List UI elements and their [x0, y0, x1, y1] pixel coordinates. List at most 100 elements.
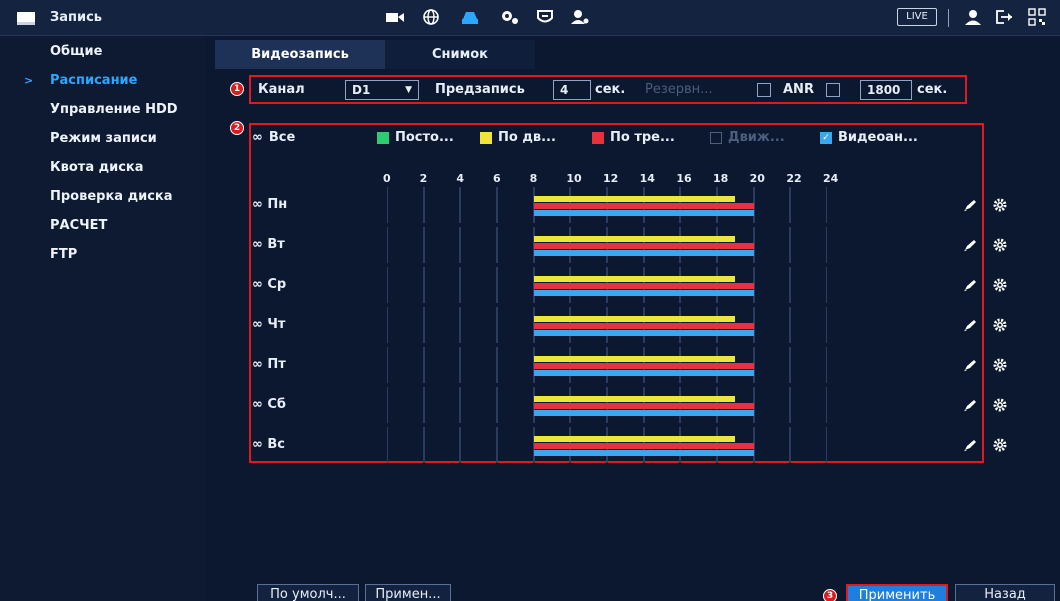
sidebar-item-record-mode[interactable]: Режим записи — [0, 124, 205, 153]
sidebar-item-general[interactable]: Общие — [0, 37, 205, 66]
schedule-row: ∞ Вс — [252, 427, 1007, 463]
schedule-period-bar[interactable] — [533, 356, 736, 362]
gear-icon[interactable] — [992, 357, 1008, 373]
edit-pencil-icon[interactable] — [962, 437, 978, 453]
schedule-period-bar[interactable] — [533, 410, 754, 416]
annotation-badge-1: 1 — [230, 82, 244, 96]
sidebar-item-calculation[interactable]: РАСЧЕТ — [0, 211, 205, 240]
day-timeline[interactable] — [387, 427, 827, 463]
legend-motion[interactable]: По дв... — [480, 130, 556, 145]
gear-icon[interactable] — [992, 437, 1008, 453]
schedule-period-bar[interactable] — [533, 203, 754, 209]
schedule-period-bar[interactable] — [533, 196, 736, 202]
sidebar-item-disk-check[interactable]: Проверка диска — [0, 182, 205, 211]
sidebar: Общие > Расписание Управление HDD Режим з… — [0, 37, 205, 601]
sidebar-item-hdd-management[interactable]: Управление HDD — [0, 95, 205, 124]
network-globe-icon[interactable] — [416, 6, 446, 28]
apply-button[interactable]: Применить — [846, 584, 948, 601]
day-timeline[interactable] — [387, 267, 827, 303]
schedule-period-bar[interactable] — [533, 450, 754, 456]
link-all-button[interactable]: ∞ Все — [252, 130, 295, 145]
gear-icon[interactable] — [992, 317, 1008, 333]
edit-pencil-icon[interactable] — [962, 317, 978, 333]
schedule-period-bar[interactable] — [533, 443, 754, 449]
schedule-period-bar[interactable] — [533, 210, 754, 216]
timeline-cell — [753, 267, 791, 303]
schedule-period-bar[interactable] — [533, 276, 736, 282]
edit-pencil-icon[interactable] — [962, 197, 978, 213]
user-icon[interactable] — [958, 6, 988, 28]
gear-icon[interactable] — [992, 397, 1008, 413]
edit-pencil-icon[interactable] — [962, 277, 978, 293]
schedule-period-bar[interactable] — [533, 363, 754, 369]
system-settings-icon[interactable] — [495, 6, 525, 28]
day-label[interactable]: ∞ Вт — [252, 237, 285, 252]
prerecord-input[interactable]: 4 — [553, 80, 591, 100]
live-button[interactable]: LIVE — [897, 8, 937, 26]
timeline-cell — [460, 267, 497, 303]
copy-button[interactable]: Примен... — [365, 584, 451, 601]
schedule-period-bar[interactable] — [533, 236, 736, 242]
storage-icon[interactable] — [455, 6, 485, 28]
back-button[interactable]: Назад — [955, 584, 1055, 601]
hour-label: 2 — [419, 172, 428, 185]
gear-icon[interactable] — [992, 197, 1008, 213]
legend-alarm[interactable]: По тре... — [592, 130, 675, 145]
schedule-period-bar[interactable] — [533, 330, 754, 336]
legend-motion-detect[interactable]: Движ... — [710, 130, 785, 145]
day-timeline[interactable] — [387, 387, 827, 423]
legend-general[interactable]: Посто... — [377, 130, 454, 145]
day-timeline[interactable] — [387, 307, 827, 343]
gear-icon[interactable] — [992, 237, 1008, 253]
day-timeline[interactable] — [387, 187, 827, 223]
hour-label: 14 — [639, 172, 655, 185]
default-button[interactable]: По умолч... — [257, 584, 359, 601]
gear-icon[interactable] — [992, 277, 1008, 293]
day-timeline[interactable] — [387, 347, 827, 383]
account-settings-icon[interactable] — [565, 6, 595, 28]
tab-video-record[interactable]: Видеозапись — [215, 40, 385, 69]
annotation-badge-3: 3 — [823, 589, 837, 601]
schedule-period-bar[interactable] — [533, 323, 754, 329]
day-label[interactable]: ∞ Ср — [252, 277, 286, 292]
security-shield-icon[interactable] — [530, 6, 560, 28]
schedule-period-bar[interactable] — [533, 403, 754, 409]
schedule-row: ∞ Сб — [252, 387, 1007, 423]
anr-checkbox[interactable] — [826, 83, 840, 97]
channel-select[interactable]: D1 ▼ — [345, 80, 419, 100]
timeline-cell — [753, 227, 791, 263]
day-timeline[interactable] — [387, 227, 827, 263]
timeline-cell — [790, 187, 827, 223]
sidebar-item-schedule[interactable]: > Расписание — [0, 66, 205, 95]
schedule-period-bar[interactable] — [533, 283, 754, 289]
schedule-period-bar[interactable] — [533, 370, 754, 376]
day-label[interactable]: ∞ Чт — [252, 317, 285, 332]
logout-icon[interactable] — [990, 6, 1020, 28]
day-label[interactable]: ∞ Пт — [252, 357, 286, 372]
day-label[interactable]: ∞ Пн — [252, 197, 287, 212]
tab-snapshot[interactable]: Снимок — [385, 40, 535, 69]
day-label[interactable]: ∞ Вс — [252, 437, 285, 452]
schedule-period-bar[interactable] — [533, 290, 754, 296]
sidebar-item-disk-quota[interactable]: Квота диска — [0, 153, 205, 182]
anr-duration-input[interactable]: 1800 — [860, 80, 912, 100]
legend-swatch — [710, 131, 722, 144]
edit-pencil-icon[interactable] — [962, 237, 978, 253]
legend-video-analytics[interactable]: ✓ Видеоан... — [820, 130, 918, 145]
sidebar-item-ftp[interactable]: FTP — [0, 240, 205, 269]
edit-pencil-icon[interactable] — [962, 357, 978, 373]
timeline-cell — [460, 187, 497, 223]
schedule-period-bar[interactable] — [533, 316, 736, 322]
link-icon: ∞ — [252, 130, 263, 145]
timeline-cell — [497, 347, 534, 383]
edit-pencil-icon[interactable] — [962, 397, 978, 413]
backup-label: Резервн... — [645, 82, 713, 97]
schedule-period-bar[interactable] — [533, 436, 736, 442]
schedule-period-bar[interactable] — [533, 396, 736, 402]
camera-icon[interactable] — [380, 6, 410, 28]
day-label[interactable]: ∞ Сб — [252, 397, 286, 412]
backup-checkbox[interactable] — [757, 83, 771, 97]
qr-code-icon[interactable] — [1022, 6, 1052, 28]
schedule-period-bar[interactable] — [533, 243, 754, 249]
schedule-period-bar[interactable] — [533, 250, 754, 256]
